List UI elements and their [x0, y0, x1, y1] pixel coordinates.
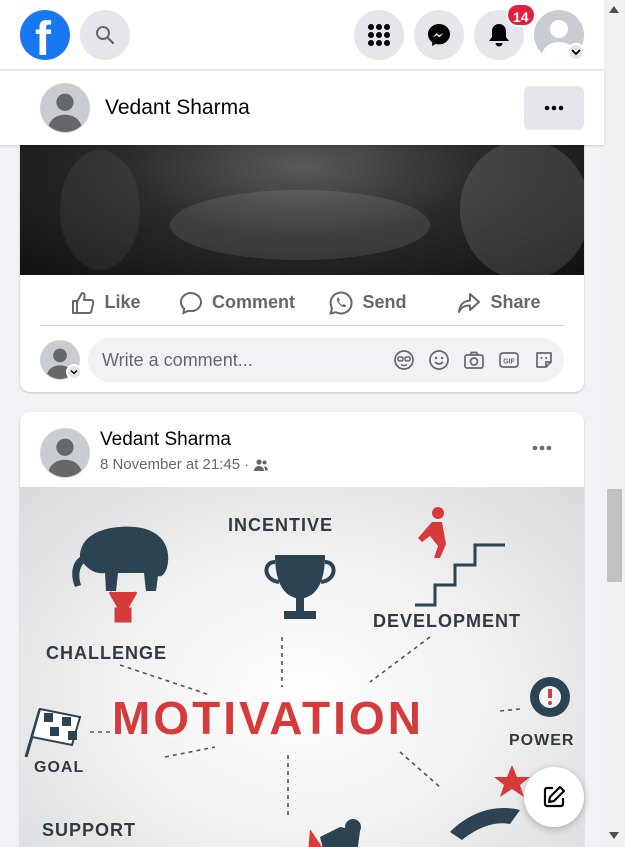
camera-icon [464, 351, 484, 369]
smiley-icon [429, 350, 449, 370]
author-name[interactable]: Vedant Sharma [100, 429, 231, 451]
search-button[interactable] [80, 10, 130, 60]
grid-menu-icon [368, 24, 390, 46]
label-goal: GOAL [34, 759, 85, 776]
default-avatar-icon [47, 93, 83, 132]
author-name[interactable]: Vedant Sharma [105, 96, 250, 120]
friends-audience-icon[interactable] [253, 458, 269, 472]
facebook-logo[interactable]: f [20, 10, 70, 60]
comment-tools: GIF [392, 348, 556, 372]
top-navigation-bar: f 14 [0, 0, 604, 70]
emoji-button[interactable] [427, 348, 451, 372]
compose-edit-icon [543, 785, 566, 808]
svg-text:GIF: GIF [503, 359, 515, 366]
logo-letter: f [35, 13, 51, 61]
thumbs-up-icon [72, 291, 95, 314]
comment-composer: GIF [40, 338, 564, 382]
post-card-2: Vedant Sharma 8 November at 21:45 · INCE… [20, 412, 584, 847]
chevron-down-icon [571, 49, 581, 56]
avatar-sticker-button[interactable] [392, 348, 416, 372]
messenger-button[interactable] [414, 10, 464, 60]
label-development: DEVELOPMENT [373, 611, 522, 631]
send-label: Send [362, 292, 407, 312]
commenter-switch-caret[interactable] [66, 364, 82, 380]
share-label: Share [490, 292, 541, 312]
elephant-illustration [72, 526, 169, 591]
like-button[interactable]: Like [40, 280, 171, 325]
sticker-icon [536, 352, 552, 368]
avatar-sticker-icon [394, 350, 414, 370]
chevron-down-icon [70, 370, 78, 375]
post-card-1: Like Comment Send Share GIF [20, 120, 584, 392]
bell-icon [489, 24, 509, 47]
gif-icon: GIF [499, 352, 519, 368]
gear-power-illustration [530, 677, 570, 717]
scroll-down-arrow[interactable] [609, 832, 619, 839]
whatsapp-icon [329, 290, 353, 315]
search-icon [96, 26, 115, 45]
checkered-flag-illustration [24, 707, 82, 758]
author-avatar[interactable] [40, 83, 90, 133]
share-arrow-icon [458, 292, 481, 313]
bottom-figures-illustration [308, 819, 361, 847]
comment-bubble-icon [179, 291, 202, 315]
stairs-climber-illustration [415, 507, 505, 607]
send-button[interactable]: Send [302, 280, 433, 325]
label-power: POWER [509, 732, 575, 749]
lifting-person-illustration [108, 591, 138, 623]
label-support: SUPPORT [42, 820, 137, 840]
label-challenge: CHALLENGE [46, 643, 167, 663]
post-options-button[interactable] [524, 86, 584, 130]
comment-label: Comment [211, 292, 295, 312]
comment-button[interactable]: Comment [171, 280, 302, 325]
new-message-button[interactable] [524, 767, 584, 827]
more-dots-icon [544, 105, 564, 111]
sticker-button[interactable] [532, 348, 556, 372]
trophy-illustration [264, 555, 336, 619]
menu-button[interactable] [354, 10, 404, 60]
meta-separator: · [244, 456, 250, 473]
gif-button[interactable]: GIF [497, 348, 521, 372]
motivation-post-image[interactable]: INCENTIVE CHALLENGE DEVELOPMENT MOTIVATI… [20, 487, 584, 847]
label-incentive: INCENTIVE [228, 515, 334, 535]
share-button[interactable]: Share [433, 280, 564, 325]
messenger-icon [428, 24, 450, 46]
vertical-scrollbar[interactable] [604, 0, 625, 847]
notification-badge: 14 [506, 3, 536, 27]
comment-input-container: GIF [88, 338, 564, 382]
sticky-post-header: Vedant Sharma [0, 71, 604, 145]
more-dots-icon [532, 445, 552, 451]
account-menu-caret[interactable] [567, 43, 585, 61]
post-actions: Like Comment Send Share [40, 280, 564, 326]
star-hands-illustration [450, 765, 530, 840]
author-avatar[interactable] [40, 428, 90, 478]
photo-button[interactable] [462, 348, 486, 372]
post-meta: 8 November at 21:45 · [100, 456, 269, 473]
motivation-graphics [24, 507, 570, 847]
comment-input[interactable] [102, 348, 372, 372]
scrollbar-thumb[interactable] [607, 489, 622, 582]
like-label: Like [104, 292, 141, 312]
default-avatar-icon [47, 438, 83, 477]
post-options-button[interactable] [526, 436, 558, 460]
scroll-up-arrow[interactable] [609, 6, 619, 13]
post-timestamp[interactable]: 8 November at 21:45 [100, 456, 240, 473]
label-motivation: MOTIVATION [112, 692, 424, 744]
